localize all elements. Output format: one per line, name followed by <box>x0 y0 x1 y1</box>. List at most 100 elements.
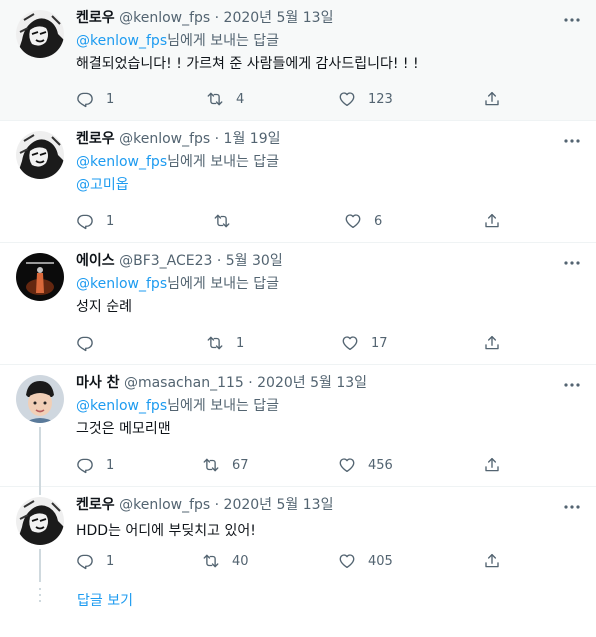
avatar[interactable] <box>16 253 64 301</box>
thread-line <box>39 549 41 582</box>
reply-feed: 켄로우 @kenlow_fps · 2020년 5월 13일 @kenlow_f… <box>0 0 596 637</box>
share-icon <box>483 334 501 352</box>
replying-to-label: 님에게 보내는 답글 <box>167 276 280 292</box>
like-count: 456 <box>368 457 393 473</box>
share-button[interactable] <box>483 453 501 477</box>
retweet-button[interactable]: 1 <box>206 331 244 355</box>
like-button[interactable]: 17 <box>341 331 388 355</box>
handle-and-date[interactable]: @kenlow_fps · 1월 19일 <box>119 131 280 147</box>
handle-and-date[interactable]: @BF3_ACE23 · 5월 30일 <box>119 253 283 269</box>
replying-to: @kenlow_fps님에게 보내는 답글 <box>76 395 580 417</box>
retweet-icon <box>206 90 224 108</box>
share-button[interactable] <box>483 549 501 573</box>
display-name[interactable]: 켄로우 <box>76 10 115 26</box>
replying-to-label: 님에게 보내는 답글 <box>167 398 280 414</box>
heart-icon <box>341 334 359 352</box>
reply-icon <box>76 90 94 108</box>
thread-line <box>39 427 41 487</box>
reply-count: 1 <box>106 213 115 229</box>
tweet-text: 성지 순례 <box>76 299 132 315</box>
reply-icon <box>76 552 94 570</box>
tweet-actions: 1 4 123 <box>76 87 580 111</box>
tweet-actions: 1 17 <box>76 331 580 355</box>
reply-count: 1 <box>106 457 115 473</box>
share-button[interactable] <box>483 87 501 111</box>
mention-link[interactable]: @고미옵 <box>76 177 129 193</box>
retweet-button[interactable]: 40 <box>202 549 249 573</box>
share-icon <box>483 212 501 230</box>
tweet[interactable]: 켄로우 @kenlow_fps · 1월 19일 @kenlow_fps님에게 … <box>0 121 596 243</box>
retweet-count: 40 <box>232 553 249 569</box>
like-button[interactable]: 6 <box>344 209 382 233</box>
like-count: 123 <box>368 91 393 107</box>
like-count: 405 <box>368 553 393 569</box>
reply-button[interactable]: 1 <box>76 209 114 233</box>
handle-and-date[interactable]: @masachan_115 · 2020년 5월 13일 <box>124 375 367 391</box>
tweet-text: @고미옵 <box>76 173 580 197</box>
tweet-actions: 1 40 405 <box>76 549 580 573</box>
retweet-icon <box>213 212 231 230</box>
avatar[interactable] <box>16 131 64 179</box>
thread-continuation-dots <box>39 588 41 606</box>
reply-button[interactable]: 1 <box>76 453 114 477</box>
retweet-count: 4 <box>236 91 245 107</box>
heart-icon <box>338 456 356 474</box>
handle-and-date[interactable]: @kenlow_fps · 2020년 5월 13일 <box>119 10 333 26</box>
share-icon <box>483 90 501 108</box>
tweet-actions: 1 67 456 <box>76 453 580 477</box>
replying-to-handle[interactable]: @kenlow_fps <box>76 398 167 414</box>
avatar[interactable] <box>16 375 64 423</box>
like-button[interactable]: 456 <box>338 453 393 477</box>
replying-to: @kenlow_fps님에게 보내는 답글 <box>76 273 580 295</box>
like-button[interactable]: 405 <box>338 549 393 573</box>
avatar[interactable] <box>16 10 64 58</box>
avatar[interactable] <box>16 497 64 545</box>
reply-count: 1 <box>106 91 115 107</box>
retweet-button[interactable]: 67 <box>202 453 249 477</box>
reply-count: 1 <box>106 553 115 569</box>
reply-icon <box>76 212 94 230</box>
replying-to-handle[interactable]: @kenlow_fps <box>76 33 167 49</box>
like-count: 6 <box>374 213 383 229</box>
retweet-count: 1 <box>236 335 245 351</box>
reply-button[interactable]: 1 <box>76 87 114 111</box>
heart-icon <box>338 552 356 570</box>
retweet-icon <box>202 552 220 570</box>
share-button[interactable] <box>483 331 501 355</box>
handle-and-date[interactable]: @kenlow_fps · 2020년 5월 13일 <box>119 497 333 513</box>
tweet-text: 그것은 메모리맨 <box>76 421 171 437</box>
replying-to: @kenlow_fps님에게 보내는 답글 <box>76 151 580 173</box>
tweet[interactable]: 에이스 @BF3_ACE23 · 5월 30일 @kenlow_fps님에게 보… <box>0 243 596 365</box>
retweet-icon <box>206 334 224 352</box>
replying-to-handle[interactable]: @kenlow_fps <box>76 154 167 170</box>
replying-to: @kenlow_fps님에게 보내는 답글 <box>76 30 580 52</box>
retweet-count: 67 <box>232 457 249 473</box>
tweet-text: HDD는 어디에 부딪치고 있어! <box>76 523 256 539</box>
tweet[interactable]: 마사 찬 @masachan_115 · 2020년 5월 13일 @kenlo… <box>0 365 596 487</box>
heart-icon <box>344 212 362 230</box>
show-replies-link[interactable]: 답글 보기 <box>77 590 133 610</box>
like-count: 17 <box>371 335 388 351</box>
display-name[interactable]: 켄로우 <box>76 497 115 513</box>
tweet-text: 해결되었습니다! ! 가르쳐 준 사람들에게 감사드립니다! ! ! <box>76 56 419 72</box>
replying-to-handle[interactable]: @kenlow_fps <box>76 276 167 292</box>
reply-button[interactable]: 1 <box>76 549 114 573</box>
retweet-button[interactable]: 4 <box>206 87 244 111</box>
tweet-actions: 1 6 <box>76 209 580 233</box>
tweet[interactable]: 켄로우 @kenlow_fps · 2020년 5월 13일 @kenlow_f… <box>0 0 596 121</box>
share-button[interactable] <box>483 209 501 233</box>
like-button[interactable]: 123 <box>338 87 393 111</box>
reply-icon <box>76 456 94 474</box>
display-name[interactable]: 켄로우 <box>76 131 115 147</box>
heart-icon <box>338 90 356 108</box>
thread-line <box>39 487 41 495</box>
replying-to-label: 님에게 보내는 답글 <box>167 33 280 49</box>
tweet[interactable]: 켄로우 @kenlow_fps · 2020년 5월 13일 HDD는 어디에 … <box>0 487 596 582</box>
display-name[interactable]: 마사 찬 <box>76 375 120 391</box>
retweet-button[interactable] <box>213 209 243 233</box>
display-name[interactable]: 에이스 <box>76 253 115 269</box>
reply-button[interactable] <box>76 331 106 355</box>
retweet-icon <box>202 456 220 474</box>
share-icon <box>483 552 501 570</box>
share-icon <box>483 456 501 474</box>
